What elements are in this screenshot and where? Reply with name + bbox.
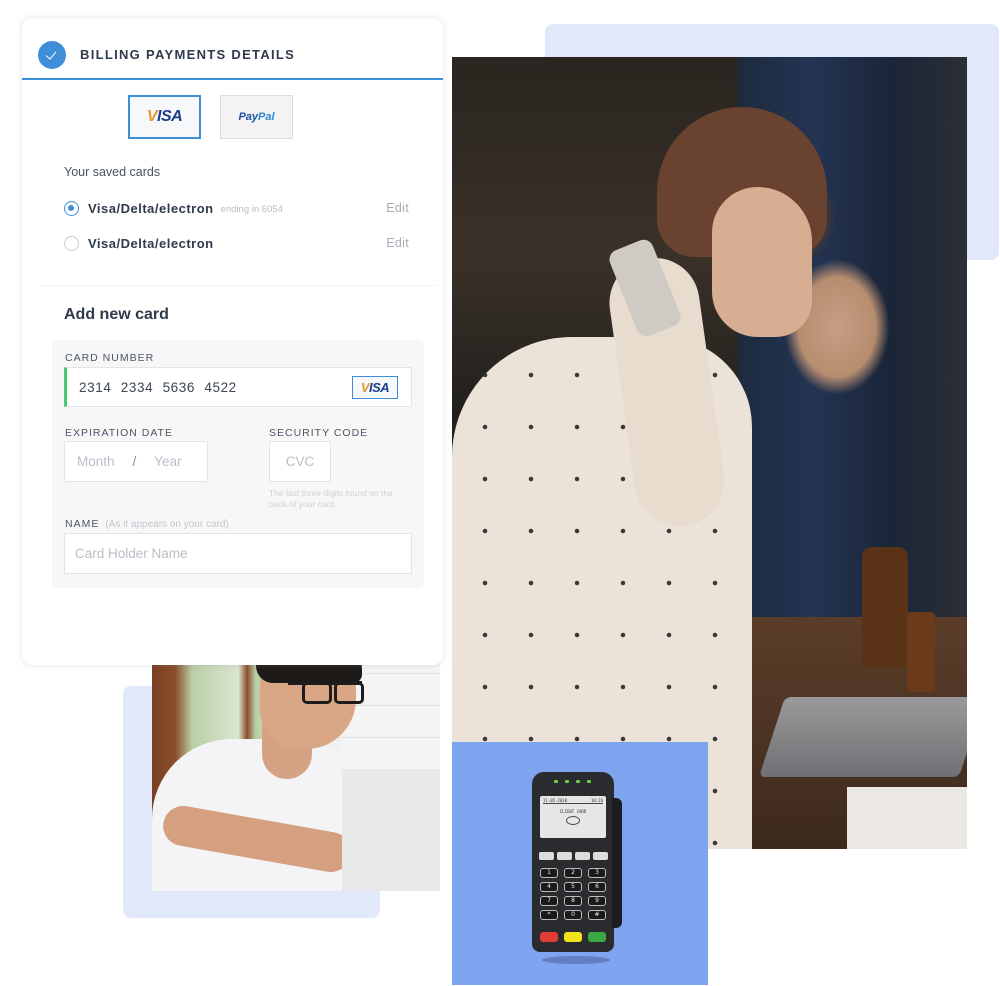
name-hint: (As it appears on your card) (105, 519, 229, 530)
photo-bottle-small (907, 612, 935, 692)
cvc-help-text: The last three digits found on the back … (269, 488, 393, 509)
photo-woman-on-phone (452, 57, 967, 849)
card-number-input[interactable]: 2314 2334 5636 4522 VISA (64, 367, 412, 407)
saved-card-item[interactable]: Visa/Delta/electron Edit (64, 233, 409, 253)
radio-selected[interactable] (64, 200, 79, 216)
card-number-label: CARD NUMBER (65, 352, 155, 364)
expiration-date-label: EXPIRATION DATE (65, 427, 173, 439)
terminal-keypad: 1 2 3 4 5 6 7 8 9 * 0 # (540, 868, 606, 920)
cvc-input[interactable]: CVC (269, 441, 331, 482)
saved-card-item[interactable]: Visa/Delta/electron ending in 6054 Edit (64, 198, 409, 218)
terminal-screen: 11-05-2018 10:26 CLIENT CARD (540, 796, 606, 838)
edit-card-link[interactable]: Edit (386, 236, 409, 250)
card-holder-name-input[interactable]: Card Holder Name (64, 533, 412, 574)
payment-method-paypal[interactable]: PayPal (220, 95, 293, 139)
divider (42, 285, 437, 286)
radio-unselected[interactable] (64, 235, 79, 251)
photo-bottle (862, 547, 908, 667)
saved-card-name: Visa/Delta/electron (88, 235, 214, 251)
month-placeholder[interactable]: Month (77, 454, 115, 469)
visa-badge-icon: VISA (352, 376, 398, 399)
security-code-label: SECURITY CODE (269, 427, 369, 439)
saved-cards-label: Your saved cards (64, 165, 161, 179)
year-placeholder[interactable]: Year (154, 454, 181, 469)
new-card-form: CARD NUMBER 2314 2334 5636 4522 VISA EXP… (52, 340, 424, 588)
name-label: NAME (As it appears on your card) (65, 518, 229, 530)
billing-header: BILLING PAYMENTS DETAILS (22, 18, 443, 80)
expiration-date-input[interactable]: Month / Year (64, 441, 208, 482)
billing-title: BILLING PAYMENTS DETAILS (80, 47, 296, 62)
saved-card-name: Visa/Delta/electron (88, 200, 214, 216)
glasses-icon (288, 681, 364, 704)
terminal-leds (554, 780, 591, 783)
photo-paper (847, 787, 967, 849)
photo-laptop (342, 769, 440, 891)
payment-terminal-panel: 11-05-2018 10:26 CLIENT CARD 1 2 3 4 5 6 … (452, 742, 708, 985)
paypal-logo-icon: PayPal (238, 111, 275, 123)
visa-logo-icon: VISA (146, 108, 183, 125)
payment-method-visa[interactable]: VISA (128, 95, 201, 139)
terminal-function-keys (539, 852, 608, 860)
add-new-card-title: Add new card (64, 306, 169, 323)
check-icon (38, 41, 66, 69)
contactless-icon (566, 816, 580, 825)
card-terminal-icon: 11-05-2018 10:26 CLIENT CARD 1 2 3 4 5 6 … (532, 772, 622, 952)
billing-card: BILLING PAYMENTS DETAILS VISA PayPal You… (22, 18, 443, 665)
edit-card-link[interactable]: Edit (386, 201, 409, 215)
photo-laptop (759, 697, 967, 777)
terminal-action-keys (540, 932, 606, 942)
photo-face (712, 187, 812, 337)
saved-card-ending: ending in 6054 (220, 203, 283, 215)
